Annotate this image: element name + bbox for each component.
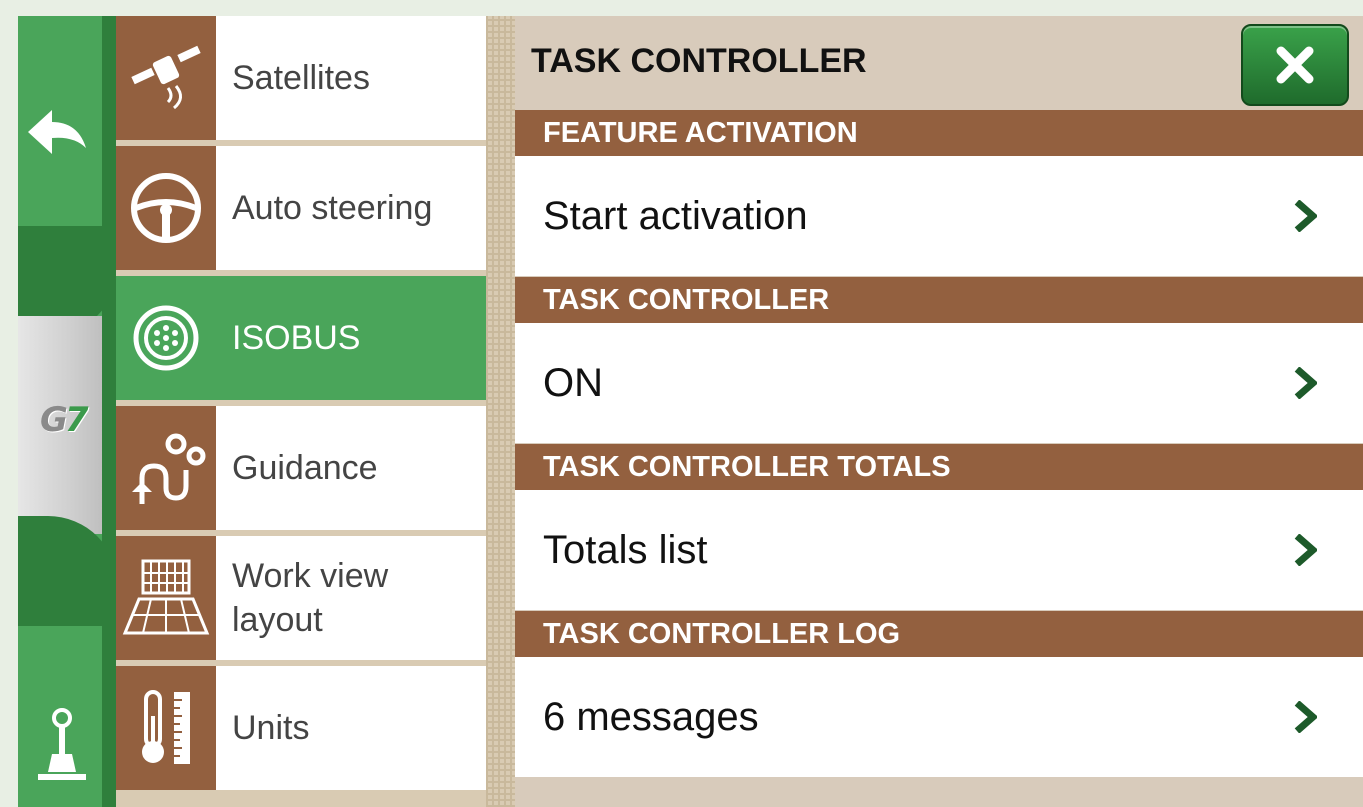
section-header-task-controller-totals: TASK CONTROLLER TOTALS (515, 444, 1363, 490)
row-value: Start activation (543, 194, 808, 238)
menu-item-label: Units (216, 666, 486, 790)
guidance-gears-icon (132, 433, 206, 504)
chevron-right-icon (1294, 200, 1317, 232)
back-arrow-icon (28, 110, 86, 154)
back-button[interactable] (24, 104, 90, 160)
menu-icon-box (116, 146, 216, 270)
menu-item-guidance[interactable]: Guidance (116, 406, 486, 530)
stitched-separator (486, 16, 516, 807)
steering-wheel-icon (131, 173, 201, 243)
settings-menu: Satellites Auto steering ISOBUS Guidance… (116, 16, 508, 807)
menu-item-label: Satellites (216, 16, 486, 140)
joystick-button[interactable] (30, 706, 94, 786)
row-value: Totals list (543, 528, 708, 572)
logo-letter: G (40, 400, 68, 440)
row-value: ON (543, 361, 603, 405)
section-header-task-controller: TASK CONTROLLER (515, 277, 1363, 323)
row-totals-list[interactable]: Totals list (515, 490, 1363, 610)
work-view-layout-icon (122, 559, 210, 635)
left-rail: G7 (18, 16, 116, 807)
app-frame: G7 Satellites Auto steering ISOBUS Guida… (18, 16, 1363, 807)
joystick-icon (38, 708, 86, 780)
menu-item-label: Work view layout (216, 536, 486, 660)
menu-icon-box (116, 16, 216, 140)
close-button[interactable] (1241, 24, 1349, 106)
units-thermometer-ruler-icon (142, 690, 190, 764)
menu-icon-box (116, 666, 216, 790)
menu-icon-box (116, 276, 216, 400)
menu-item-units[interactable]: Units (116, 666, 486, 790)
section-header-task-controller-log: TASK CONTROLLER LOG (515, 611, 1363, 657)
menu-item-auto-steering[interactable]: Auto steering (116, 146, 486, 270)
menu-item-label: Guidance (216, 406, 486, 530)
g7-logo: G7 (40, 400, 89, 440)
menu-icon-box (116, 406, 216, 530)
menu-item-isobus[interactable]: ISOBUS (116, 276, 508, 400)
logo-number: 7 (64, 400, 89, 440)
isobus-connector-icon (133, 305, 199, 371)
panel-title: TASK CONTROLLER (531, 42, 867, 80)
row-log-messages[interactable]: 6 messages (515, 657, 1363, 777)
row-start-activation[interactable]: Start activation (515, 156, 1363, 276)
menu-icon-box (116, 536, 216, 660)
menu-item-satellites[interactable]: Satellites (116, 16, 486, 140)
row-task-controller-status[interactable]: ON (515, 323, 1363, 443)
rail-edge (102, 16, 116, 807)
menu-item-label: ISOBUS (216, 276, 486, 400)
satellite-icon (131, 45, 201, 110)
section-header-feature-activation: FEATURE ACTIVATION (515, 110, 1363, 156)
task-controller-panel: TASK CONTROLLER FEATURE ACTIVATION Start… (515, 16, 1363, 807)
chevron-right-icon (1294, 534, 1317, 566)
close-icon (1276, 46, 1314, 84)
row-value: 6 messages (543, 695, 759, 739)
menu-item-label: Auto steering (216, 146, 486, 270)
menu-item-work-view-layout[interactable]: Work view layout (116, 536, 486, 660)
chevron-right-icon (1294, 701, 1317, 733)
chevron-right-icon (1294, 367, 1317, 399)
